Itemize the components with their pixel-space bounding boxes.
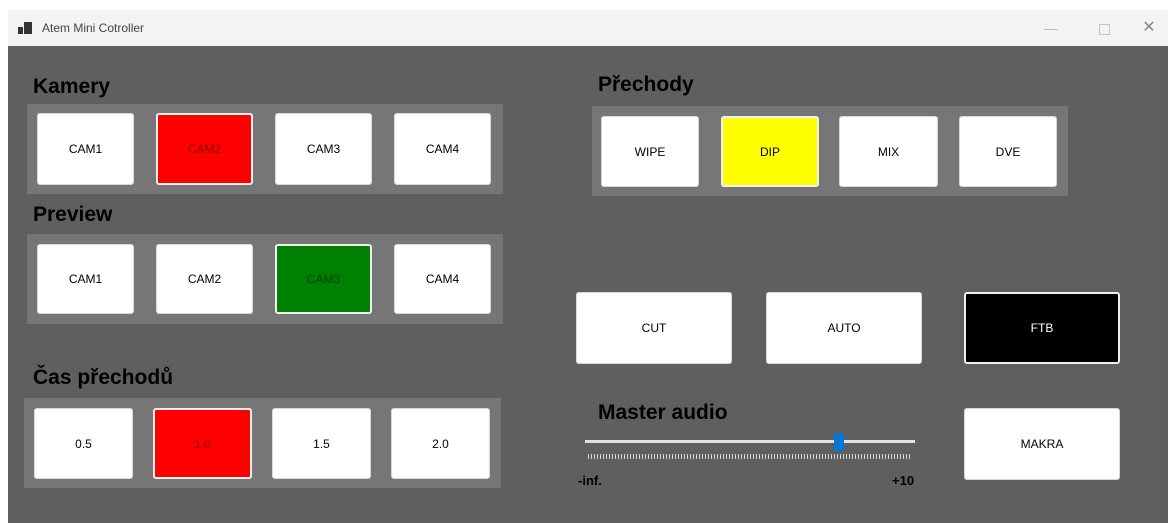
master-audio-slider-thumb[interactable] [834,433,844,451]
kamery-cam2-button[interactable]: CAM2 [156,113,253,185]
kamery-label: Kamery [33,75,111,98]
audio-min-label: -inf. [578,473,602,488]
kamery-cam1-button[interactable]: CAM1 [37,113,134,185]
kamery-cam4-button[interactable]: CAM4 [394,113,491,185]
prechody-wipe-button[interactable]: WIPE [601,116,699,187]
square-icon [1098,23,1110,35]
makra-button[interactable]: MAKRA [964,408,1120,480]
master-audio-slider[interactable] [585,440,915,443]
prechody-dve-button[interactable]: DVE [959,116,1057,187]
cas-1-5-button[interactable]: 1.5 [272,408,371,479]
preview-label: Preview [33,203,113,226]
master-audio-slider-ticks [588,454,910,459]
close-button[interactable]: ✕ [1126,10,1168,46]
cas-2-0-button[interactable]: 2.0 [391,408,490,479]
ftb-button[interactable]: FTB [964,292,1120,364]
auto-button[interactable]: AUTO [766,292,922,364]
audio-max-label: +10 [892,473,915,488]
app-icon [18,22,32,34]
title-bar: Atem Mini Cotroller — ✕ [8,10,1168,46]
prechody-dip-button[interactable]: DIP [721,116,819,187]
minimize-button[interactable]: — [1028,10,1074,46]
kamery-cam3-button[interactable]: CAM3 [275,113,372,185]
cas-prechodu-label: Čas přechodů [33,366,174,389]
maximize-button[interactable] [1081,10,1127,46]
master-audio-label: Master audio [598,401,728,424]
cas-0-5-button[interactable]: 0.5 [34,408,133,479]
preview-cam3-button[interactable]: CAM3 [275,244,372,314]
prechody-mix-button[interactable]: MIX [839,116,938,187]
cas-1-0-button[interactable]: 1.0 [153,408,252,479]
preview-cam4-button[interactable]: CAM4 [394,244,491,314]
prechody-label: Přechody [598,73,694,96]
cut-button[interactable]: CUT [576,292,732,364]
window-title: Atem Mini Cotroller [42,21,145,35]
preview-cam2-button[interactable]: CAM2 [156,244,253,314]
preview-cam1-button[interactable]: CAM1 [37,244,134,314]
